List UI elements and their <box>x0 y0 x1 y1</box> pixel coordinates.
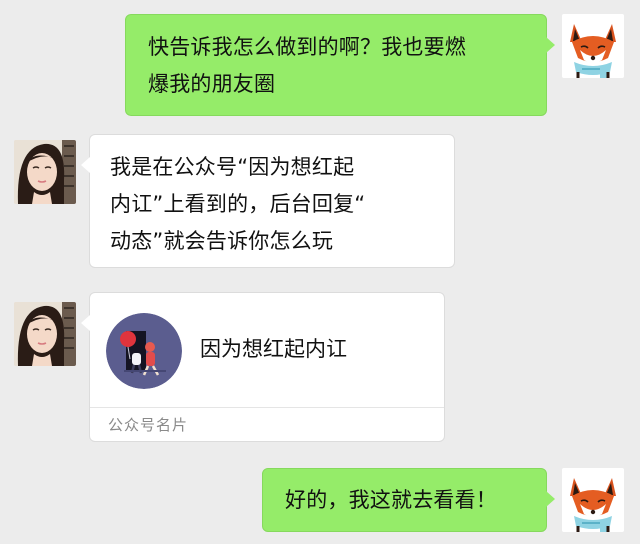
fox-avatar[interactable] <box>562 468 624 532</box>
message-text-line: 动态”就会告诉你怎么玩 <box>110 229 334 253</box>
fox-icon <box>570 24 616 78</box>
girl-avatar[interactable] <box>14 302 76 366</box>
card-type-label: 公众号名片 <box>108 416 189 434</box>
girl-avatar[interactable] <box>14 140 76 204</box>
fox-avatar[interactable] <box>562 14 624 78</box>
message-bubble-sent[interactable]: 快告诉我怎么做到的啊？我也要燃 爆我的朋友圈 <box>125 14 555 116</box>
message-text-line: 好的，我这就去看看！ <box>285 488 497 512</box>
message-text-line: 内讧”上看到的，后台回复“ <box>110 192 366 216</box>
fox-icon <box>570 478 616 532</box>
account-logo-icon <box>106 313 182 389</box>
official-account-card[interactable]: 因为想红起内讧 公众号名片 <box>81 292 445 442</box>
message-text-line: 爆我的朋友圈 <box>148 72 276 96</box>
account-name: 因为想红起内讧 <box>200 337 347 361</box>
girl-portrait-icon <box>14 302 76 366</box>
message-bubble-sent[interactable]: 好的，我这就去看看！ <box>262 468 555 532</box>
message-bubble-received[interactable]: 我是在公众号“因为想红起 内讧”上看到的，后台回复“ 动态”就会告诉你怎么玩 <box>81 134 455 268</box>
card-divider <box>90 407 444 408</box>
message-text-line: 快告诉我怎么做到的啊？我也要燃 <box>148 35 466 59</box>
girl-portrait-icon <box>14 140 76 204</box>
message-text-line: 我是在公众号“因为想红起 <box>110 155 355 179</box>
